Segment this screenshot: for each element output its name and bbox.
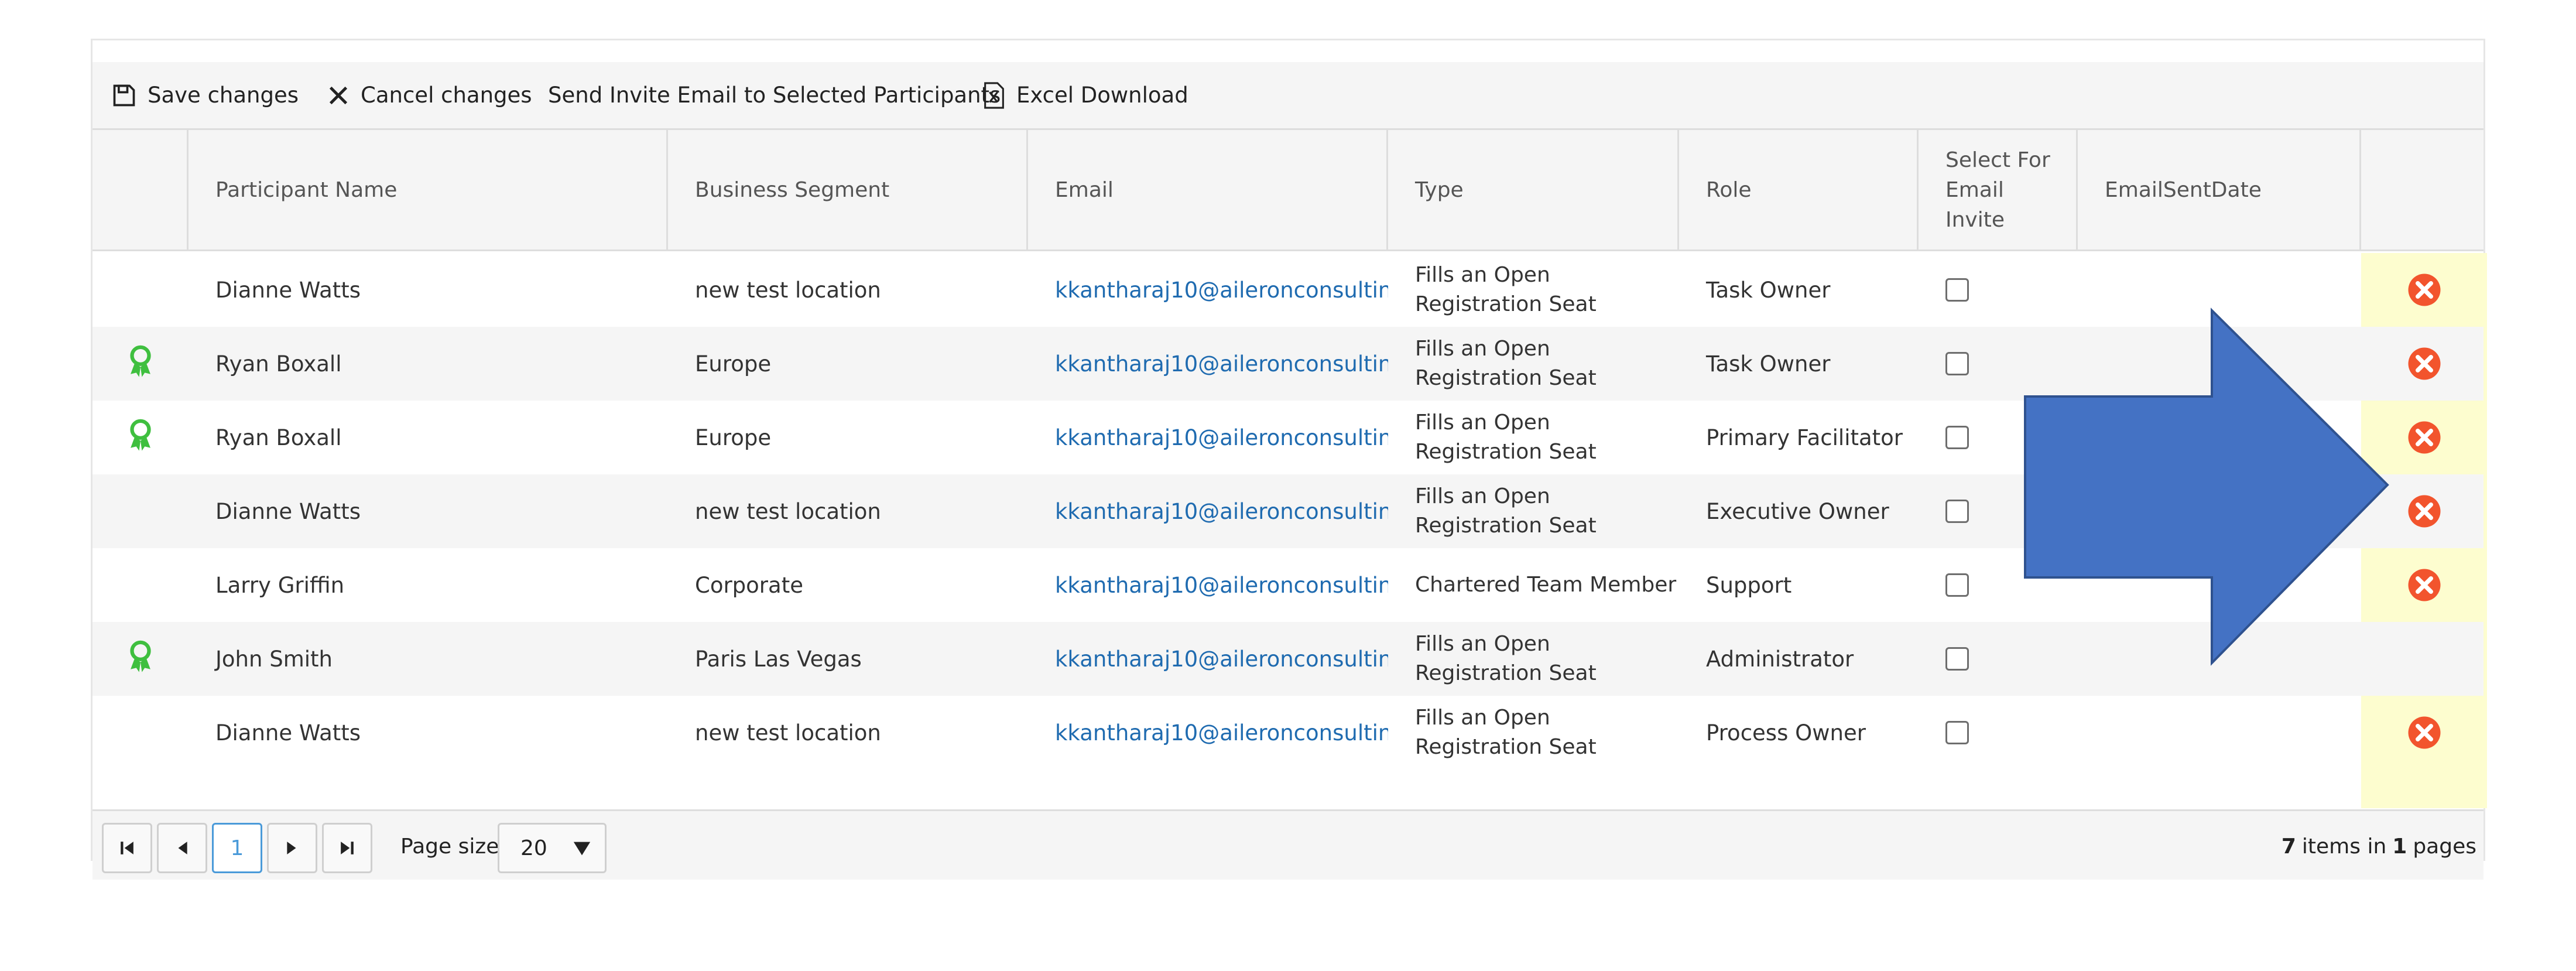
right-arrow-annotation bbox=[2024, 307, 2389, 666]
